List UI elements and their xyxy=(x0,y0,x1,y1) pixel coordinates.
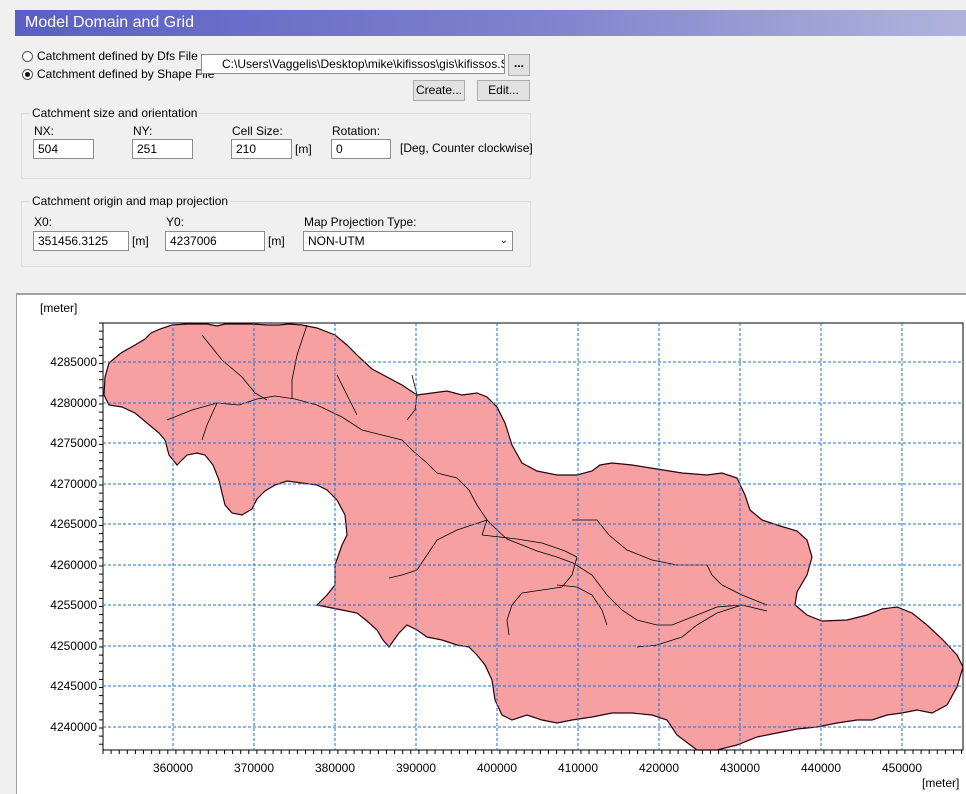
y-tick-label: 4265000 xyxy=(50,517,97,531)
radio-shape-option[interactable]: Catchment defined by Shape File xyxy=(22,66,214,82)
radio-dfs-button[interactable] xyxy=(22,50,33,62)
x0-unit: [m] xyxy=(132,234,149,248)
x0-field[interactable]: 351456.3125 xyxy=(33,231,129,251)
catchment-size-group-title: Catchment size and orientation xyxy=(30,106,200,120)
y-tick-label: 4270000 xyxy=(50,477,97,491)
y-axis-unit: [meter] xyxy=(40,301,77,315)
catchment-map[interactable]: [meter] [meter] 4285000 4280000 4275000 … xyxy=(17,295,965,794)
radio-dfs-label: Catchment defined by Dfs File xyxy=(37,49,198,63)
x-tick-label: 390000 xyxy=(396,761,436,775)
x-tick-label: 420000 xyxy=(639,761,679,775)
create-button[interactable]: Create... xyxy=(413,80,465,101)
y0-unit: [m] xyxy=(268,234,285,248)
browse-button[interactable]: ... xyxy=(508,54,530,76)
y-tick-label: 4285000 xyxy=(50,355,97,369)
y-tick-label: 4275000 xyxy=(50,436,97,450)
cell-size-unit: [m] xyxy=(295,142,312,156)
x-tick-label: 430000 xyxy=(720,761,760,775)
shape-file-path-field[interactable]: C:\Users\Vaggelis\Desktop\mike\kifissos\… xyxy=(201,54,505,74)
projection-label: Map Projection Type: xyxy=(304,215,417,229)
rotation-field[interactable]: 0 xyxy=(331,139,391,159)
edit-button[interactable]: Edit... xyxy=(477,80,530,101)
radio-shape-label: Catchment defined by Shape File xyxy=(37,67,215,81)
x-tick-label: 400000 xyxy=(477,761,517,775)
window-title: Model Domain and Grid xyxy=(15,10,966,36)
y-tick-labels: 4285000 4280000 4275000 4270000 4265000 … xyxy=(50,355,97,734)
rotation-unit: [Deg, Counter clockwise] xyxy=(400,141,533,155)
y0-field[interactable]: 4237006 xyxy=(165,231,265,251)
y-tick-label: 4240000 xyxy=(50,720,97,734)
projection-select[interactable]: NON-UTM ⌄ xyxy=(303,231,513,251)
radio-shape-button[interactable] xyxy=(22,68,33,80)
y0-label: Y0: xyxy=(166,215,185,229)
map-panel[interactable]: [meter] [meter] 4285000 4280000 4275000 … xyxy=(16,293,966,794)
radio-dfs-option[interactable]: Catchment defined by Dfs File xyxy=(22,48,198,64)
x-tick-label: 360000 xyxy=(153,761,193,775)
x-axis-unit: [meter] xyxy=(922,776,959,790)
y-tick-label: 4245000 xyxy=(50,679,97,693)
nx-label: NX: xyxy=(34,124,55,138)
nx-field[interactable]: 504 xyxy=(33,139,94,159)
cell-size-field[interactable]: 210 xyxy=(231,139,292,159)
ny-label: NY: xyxy=(133,124,153,138)
x-tick-label: 380000 xyxy=(315,761,355,775)
y-tick-label: 4260000 xyxy=(50,558,97,572)
x-tick-labels: 360000 370000 380000 390000 400000 41000… xyxy=(153,761,922,775)
chevron-down-icon: ⌄ xyxy=(499,235,508,246)
x-tick-label: 410000 xyxy=(558,761,598,775)
ny-field[interactable]: 251 xyxy=(132,139,193,159)
catchment-origin-group-title: Catchment origin and map projection xyxy=(30,194,231,208)
x0-label: X0: xyxy=(34,215,53,229)
x-tick-label: 450000 xyxy=(882,761,922,775)
cell-size-label: Cell Size: xyxy=(232,124,283,138)
y-tick-label: 4255000 xyxy=(50,598,97,612)
rotation-label: Rotation: xyxy=(332,124,381,138)
x-tick-label: 370000 xyxy=(234,761,274,775)
x-tick-label: 440000 xyxy=(801,761,841,775)
projection-select-value: NON-UTM xyxy=(308,234,365,248)
y-tick-label: 4280000 xyxy=(50,396,97,410)
y-tick-label: 4250000 xyxy=(50,639,97,653)
